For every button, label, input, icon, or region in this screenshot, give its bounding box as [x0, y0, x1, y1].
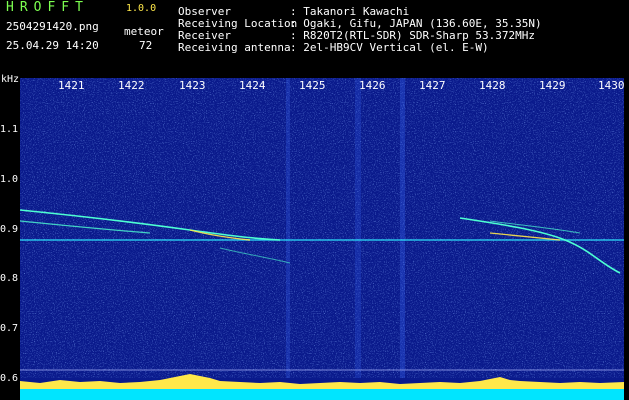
- y-tick-label: 1.1: [0, 124, 19, 135]
- spectrogram: [20, 78, 624, 400]
- intensity-strip: [20, 389, 624, 400]
- y-tick-label: 0.7: [0, 323, 19, 334]
- y-axis-unit: kHz: [1, 74, 20, 85]
- interference-band: [355, 78, 361, 378]
- date-time: 25.04.29 14:20: [6, 39, 99, 52]
- x-tick-label: 1421: [58, 79, 85, 92]
- spectrogram-noise: [20, 78, 624, 378]
- antenna-label: Receiving antenna: [178, 41, 291, 54]
- y-tick-label: 1.0: [0, 174, 19, 185]
- interference-band: [400, 78, 405, 378]
- y-tick-label: 0.8: [0, 273, 19, 284]
- x-tick-label: 1424: [239, 79, 266, 92]
- mode-label: meteor: [124, 25, 164, 38]
- x-tick-label: 1430: [598, 79, 625, 92]
- detection-count: 72: [139, 39, 153, 52]
- x-tick-label: 1428: [479, 79, 506, 92]
- x-tick-label: 1422: [118, 79, 145, 92]
- app-logo: HROFFT: [6, 0, 89, 15]
- app-version: 1.0.0: [126, 3, 157, 14]
- file-name: 2504291420.png: [6, 20, 99, 33]
- x-tick-label: 1426: [359, 79, 386, 92]
- x-tick-label: 1423: [179, 79, 206, 92]
- y-tick-label: 0.6: [0, 373, 19, 384]
- x-tick-label: 1429: [539, 79, 566, 92]
- x-tick-label: 1427: [419, 79, 446, 92]
- x-tick-label: 1425: [299, 79, 326, 92]
- interference-band: [286, 78, 290, 378]
- antenna-value: : 2el-HB9CV Vertical (el. E-W): [290, 41, 489, 54]
- y-tick-label: 0.9: [0, 224, 19, 235]
